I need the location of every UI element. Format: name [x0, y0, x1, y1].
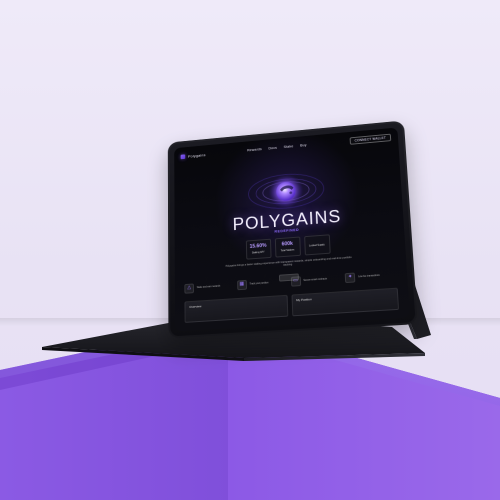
stat-card-supply: Locked Supply — [303, 234, 331, 256]
nav-item-buy[interactable]: Buy — [300, 143, 307, 147]
feature-label-3: Secure smart contracts — [303, 277, 328, 282]
feature-label-2: Track your position — [249, 281, 269, 286]
stat-label-supply: Locked Supply — [309, 243, 325, 248]
feature-label-1: Stake and earn rewards — [196, 285, 221, 289]
tablet-device: Polygains Rewards Docs Stake Buy CONNECT… — [167, 120, 418, 339]
stat-label-stakers: Total Stakers — [280, 248, 295, 253]
stat-card-stakers: 600k Total Stakers — [274, 236, 301, 258]
nav-item-stake[interactable]: Stake — [284, 144, 294, 149]
stats-row: 15.60% Staking APY 600k Total Stakers Lo… — [245, 234, 331, 260]
stat-value-apy: 15.60% — [249, 243, 267, 251]
stat-value-stakers: 600k — [281, 241, 294, 248]
feature-item-1: △ Stake and earn rewards — [184, 278, 233, 296]
nav-item-rewards[interactable]: Rewards — [247, 147, 262, 152]
feature-item-3: ▭ Secure smart contracts — [290, 271, 341, 289]
grid-icon: ▦ — [236, 279, 247, 290]
brand: Polygains — [180, 152, 206, 159]
top-nav: Rewards Docs Stake Buy — [247, 143, 307, 152]
feature-item-4: ✦ Low fee transactions — [344, 267, 397, 285]
stat-label-apy: Staking APY — [251, 250, 265, 255]
spark-icon: ✦ — [344, 272, 356, 283]
brand-name: Polygains — [187, 152, 206, 159]
position-panel: My Position — [291, 287, 400, 317]
hero-description: Polygains brings a faster staking experi… — [225, 256, 352, 268]
overview-panel: Overview — [184, 294, 288, 323]
stat-card-apy: 15.60% Staking APY — [245, 238, 272, 260]
connect-wallet-button[interactable]: CONNECT WALLET — [349, 133, 392, 146]
tablet-screen: Polygains Rewards Docs Stake Buy CONNECT… — [174, 127, 411, 332]
card-icon: ▭ — [290, 275, 301, 287]
hero-section: POLYGAINS REDEFINED 15.60% Staking APY 6… — [174, 144, 405, 282]
nav-item-docs[interactable]: Docs — [268, 146, 277, 150]
tablet-wrap: Polygains Rewards Docs Stake Buy CONNECT… — [0, 0, 500, 500]
feature-label-4: Low fee transactions — [358, 274, 380, 278]
feature-item-2: ▦ Track your position — [236, 274, 287, 292]
triangle-icon: △ — [184, 283, 194, 294]
brand-logo-icon — [180, 153, 186, 159]
